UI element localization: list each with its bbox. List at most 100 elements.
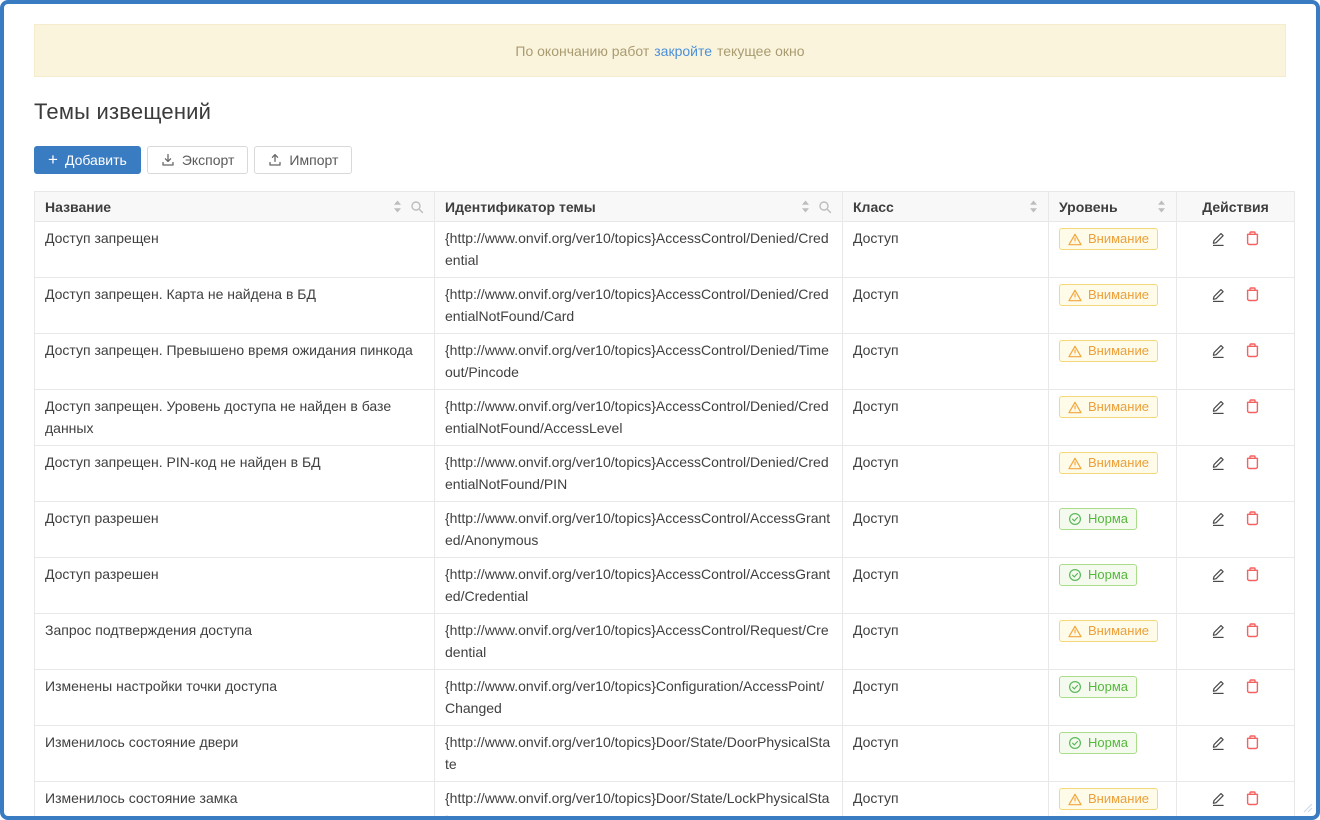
level-cell: Внимание <box>1049 614 1177 670</box>
plus-icon: + <box>48 151 58 168</box>
table-row: Доступ запрещен. PIN-код не найден в БД … <box>35 446 1295 502</box>
class-cell: Доступ <box>843 726 1049 782</box>
table-row: Доступ разрешен {http://www.onvif.org/ve… <box>35 502 1295 558</box>
topic-id-cell: {http://www.onvif.org/ver10/topics}Acces… <box>435 334 843 390</box>
class-cell: Доступ <box>843 222 1049 278</box>
level-cell: Норма <box>1049 726 1177 782</box>
pencil-icon[interactable] <box>1210 454 1227 471</box>
warning-triangle-icon <box>1068 233 1082 246</box>
export-button-label: Экспорт <box>182 152 235 168</box>
trash-icon[interactable] <box>1244 790 1261 807</box>
check-circle-icon <box>1068 568 1082 582</box>
check-circle-icon <box>1068 736 1082 750</box>
level-cell: Внимание <box>1049 278 1177 334</box>
table-row: Доступ запрещен. Превышено время ожидани… <box>35 334 1295 390</box>
column-header-class-label: Класс <box>853 199 894 215</box>
table-row: Изменилось состояние двери {http://www.o… <box>35 726 1295 782</box>
sort-carets-icon[interactable] <box>1029 200 1038 213</box>
pencil-icon[interactable] <box>1210 790 1227 807</box>
topic-id-cell: {http://www.onvif.org/ver10/topics}Acces… <box>435 502 843 558</box>
warning-triangle-icon <box>1068 289 1082 302</box>
name-cell: Доступ запрещен. Превышено время ожидани… <box>35 334 435 390</box>
level-badge-label: Внимание <box>1088 788 1149 810</box>
level-badge-label: Норма <box>1088 732 1128 754</box>
pencil-icon[interactable] <box>1210 678 1227 695</box>
pencil-icon[interactable] <box>1210 230 1227 247</box>
trash-icon[interactable] <box>1244 622 1261 639</box>
pencil-icon[interactable] <box>1210 286 1227 303</box>
import-button[interactable]: Импорт <box>254 146 352 174</box>
export-button[interactable]: Экспорт <box>147 146 249 174</box>
topic-id-cell: {http://www.onvif.org/ver10/topics}Acces… <box>435 614 843 670</box>
check-circle-icon <box>1068 512 1082 526</box>
class-cell: Доступ <box>843 558 1049 614</box>
name-cell: Доступ запрещен. PIN-код не найден в БД <box>35 446 435 502</box>
level-cell: Внимание <box>1049 222 1177 278</box>
page-title: Темы извещений <box>34 99 1286 125</box>
topic-id-cell: {http://www.onvif.org/ver10/topics}Acces… <box>435 390 843 446</box>
class-cell: Доступ <box>843 670 1049 726</box>
pencil-icon[interactable] <box>1210 342 1227 359</box>
pencil-icon[interactable] <box>1210 566 1227 583</box>
column-header-topic-id-label: Идентификатор темы <box>445 199 596 215</box>
warning-triangle-icon <box>1068 457 1082 470</box>
app-window: По окончанию работ закройте текущее окно… <box>0 0 1320 820</box>
sort-carets-icon[interactable] <box>1157 200 1166 213</box>
level-cell: Внимание <box>1049 390 1177 446</box>
level-badge-label: Внимание <box>1088 284 1149 306</box>
pencil-icon[interactable] <box>1210 510 1227 527</box>
trash-icon[interactable] <box>1244 342 1261 359</box>
pencil-icon[interactable] <box>1210 734 1227 751</box>
level-badge-label: Норма <box>1088 676 1128 698</box>
trash-icon[interactable] <box>1244 454 1261 471</box>
check-circle-icon <box>1068 680 1082 694</box>
resize-grip-icon[interactable] <box>1303 803 1313 813</box>
pencil-icon[interactable] <box>1210 398 1227 415</box>
level-cell: Внимание <box>1049 334 1177 390</box>
name-cell: Доступ разрешен <box>35 502 435 558</box>
pencil-icon[interactable] <box>1210 622 1227 639</box>
trash-icon[interactable] <box>1244 510 1261 527</box>
table-row: Изменилось состояние замка {http://www.o… <box>35 782 1295 820</box>
close-window-link[interactable]: закройте <box>654 43 712 59</box>
level-badge: Норма <box>1059 732 1137 754</box>
upload-icon <box>268 153 282 167</box>
topic-id-cell: {http://www.onvif.org/ver10/topics}Acces… <box>435 446 843 502</box>
download-icon <box>161 153 175 167</box>
level-badge-label: Норма <box>1088 508 1128 530</box>
sort-carets-icon[interactable] <box>801 200 810 213</box>
class-cell: Доступ <box>843 390 1049 446</box>
class-cell: Доступ <box>843 782 1049 820</box>
topic-id-cell: {http://www.onvif.org/ver10/topics}Door/… <box>435 726 843 782</box>
trash-icon[interactable] <box>1244 230 1261 247</box>
trash-icon[interactable] <box>1244 286 1261 303</box>
topic-id-cell: {http://www.onvif.org/ver10/topics}Acces… <box>435 278 843 334</box>
column-header-level: Уровень <box>1049 192 1177 222</box>
actions-cell <box>1177 558 1295 614</box>
trash-icon[interactable] <box>1244 398 1261 415</box>
actions-cell <box>1177 782 1295 820</box>
import-button-label: Импорт <box>289 152 338 168</box>
trash-icon[interactable] <box>1244 566 1261 583</box>
level-cell: Норма <box>1049 558 1177 614</box>
search-icon[interactable] <box>410 200 424 214</box>
column-header-level-label: Уровень <box>1059 199 1118 215</box>
trash-icon[interactable] <box>1244 678 1261 695</box>
banner-text-after: текущее окно <box>717 43 805 59</box>
table-body: Доступ запрещен {http://www.onvif.org/ve… <box>35 222 1295 820</box>
actions-cell <box>1177 446 1295 502</box>
class-cell: Доступ <box>843 614 1049 670</box>
level-badge-label: Норма <box>1088 564 1128 586</box>
name-cell: Изменилось состояние двери <box>35 726 435 782</box>
actions-cell <box>1177 670 1295 726</box>
warning-triangle-icon <box>1068 401 1082 414</box>
actions-cell <box>1177 614 1295 670</box>
banner-text-before: По окончанию работ <box>515 43 649 59</box>
sort-carets-icon[interactable] <box>393 200 402 213</box>
search-icon[interactable] <box>818 200 832 214</box>
level-badge: Внимание <box>1059 228 1158 250</box>
level-badge: Внимание <box>1059 396 1158 418</box>
add-button[interactable]: + Добавить <box>34 146 141 174</box>
actions-cell <box>1177 278 1295 334</box>
trash-icon[interactable] <box>1244 734 1261 751</box>
